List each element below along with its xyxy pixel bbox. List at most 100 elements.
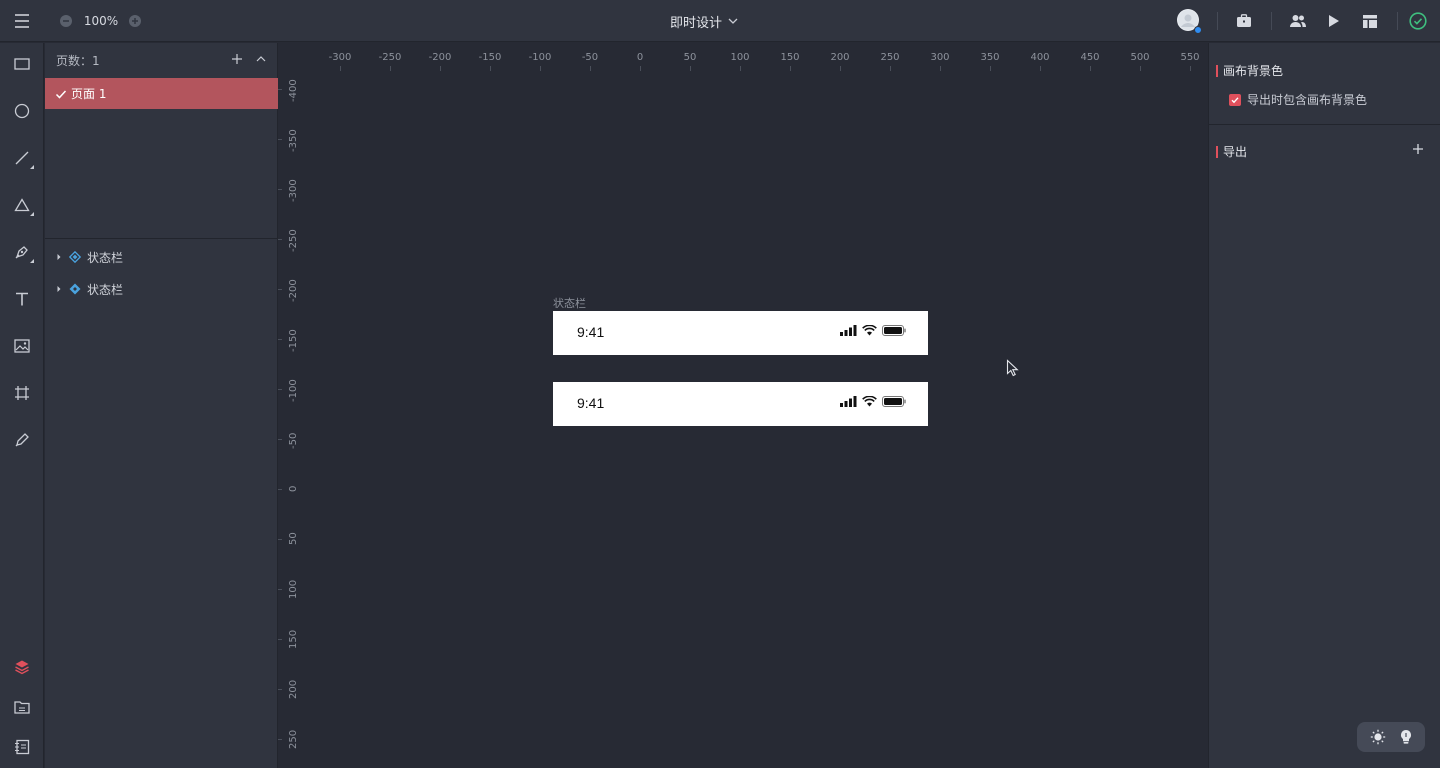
pencil-icon[interactable] — [10, 428, 34, 452]
ruler-y-label: 150 — [288, 629, 299, 649]
lightbulb-icon[interactable] — [1399, 729, 1413, 745]
ruler-x-tick — [440, 66, 441, 71]
rectangle-icon[interactable] — [10, 52, 34, 76]
ruler-x-label: 400 — [1030, 52, 1050, 63]
components-icon[interactable] — [10, 735, 34, 759]
menu-icon[interactable] — [8, 7, 36, 35]
pages-count: 页数：1 — [56, 54, 100, 68]
status-icons — [840, 325, 906, 336]
ruler-x-label: -250 — [378, 52, 402, 63]
layout-icon[interactable] — [1359, 10, 1381, 32]
zoom-in-icon[interactable] — [127, 13, 143, 29]
page-item-1[interactable]: 页面 1 — [45, 78, 278, 109]
ruler-x-label: 250 — [880, 52, 900, 63]
project-title-text: 即时设计 — [670, 15, 723, 31]
layer-item[interactable]: 状态栏 — [45, 275, 278, 303]
ruler-x-label: 550 — [1180, 52, 1200, 63]
horizontal-ruler: -300 -250 -200 -150 -100 -50 0 50 100 150 200 250 30… — [298, 43, 1208, 71]
sun-icon[interactable] — [1370, 729, 1386, 745]
statusbar-component[interactable]: 9:41 — [553, 382, 928, 426]
ruler-y-label: -100 — [288, 379, 299, 402]
include-bg-checkbox[interactable] — [1229, 93, 1241, 106]
page-item-label: 页面 1 — [71, 87, 107, 101]
ruler-y-label: 100 — [288, 579, 299, 599]
ruler-y-tick — [278, 389, 282, 390]
ruler-y-tick — [278, 139, 282, 140]
ruler-y-label: -200 — [288, 279, 299, 302]
signal-icon — [840, 325, 857, 336]
ruler-x-tick — [940, 66, 941, 71]
ruler-y-label: -300 — [288, 179, 299, 202]
image-icon[interactable] — [10, 334, 34, 358]
divider — [1397, 12, 1398, 30]
ruler-y-label: -350 — [288, 129, 299, 152]
ruler-x-label: 200 — [830, 52, 850, 63]
layer-item[interactable]: 状态栏 — [45, 243, 278, 271]
play-icon[interactable] — [1323, 10, 1345, 32]
ruler-x-tick — [890, 66, 891, 71]
pen-icon[interactable] — [10, 240, 34, 264]
theme-help-pill — [1357, 722, 1425, 752]
ellipse-icon[interactable] — [10, 99, 34, 123]
artboard-icon[interactable] — [10, 381, 34, 405]
chevron-up-icon[interactable] — [253, 51, 269, 67]
submenu-indicator — [30, 259, 34, 263]
statusbar-component[interactable]: 9:41 — [553, 311, 928, 355]
include-bg-label: 导出时包含画布背景色 — [1247, 93, 1368, 107]
add-export-icon[interactable] — [1411, 142, 1425, 156]
ruler-y-tick — [278, 639, 282, 640]
ruler-x-tick — [1040, 66, 1041, 71]
ruler-y-tick — [278, 739, 282, 740]
ruler-y-label: 0 — [288, 485, 299, 493]
zoom-out-icon[interactable] — [58, 13, 74, 29]
caret-right-icon[interactable] — [55, 253, 63, 261]
layers-icon[interactable] — [10, 655, 34, 679]
artboard-label[interactable]: 状态栏 — [553, 295, 586, 311]
ruler-x-tick — [340, 66, 341, 71]
ruler-y-tick — [278, 589, 282, 590]
battery-icon — [882, 325, 906, 336]
ruler-y-tick — [278, 539, 282, 540]
line-icon[interactable] — [10, 146, 34, 170]
divider — [1217, 12, 1218, 30]
ruler-y-label: 50 — [288, 532, 299, 546]
canvas[interactable]: -300 -250 -200 -150 -100 -50 0 50 100 150 200 250 30… — [278, 43, 1208, 768]
zoom-level[interactable]: 100% — [82, 11, 120, 31]
ruler-x-label: 150 — [780, 52, 800, 63]
check-circle-icon[interactable] — [1407, 10, 1429, 32]
caret-right-icon[interactable] — [55, 285, 63, 293]
ruler-y-label: 250 — [288, 729, 299, 749]
ruler-x-label: -150 — [478, 52, 502, 63]
ruler-x-tick — [590, 66, 591, 71]
chevron-down-icon — [728, 18, 738, 24]
briefcase-icon[interactable] — [1233, 10, 1255, 32]
left-toolbar — [0, 43, 44, 768]
ruler-y-label: -50 — [288, 432, 299, 449]
mouse-cursor-icon — [1006, 359, 1019, 377]
project-title[interactable]: 即时设计 — [670, 9, 738, 33]
properties-panel: 画布背景色 导出时包含画布背景色 导出 — [1208, 43, 1440, 768]
assets-icon[interactable] — [10, 695, 34, 719]
ruler-y-tick — [278, 489, 282, 490]
ruler-x-label: 50 — [683, 52, 697, 63]
add-page-icon[interactable] — [229, 51, 245, 67]
ruler-y-tick — [278, 239, 282, 240]
battery-icon — [882, 396, 906, 407]
ruler-y-label: -150 — [288, 329, 299, 352]
wifi-icon — [862, 325, 877, 336]
triangle-icon[interactable] — [10, 193, 34, 217]
ruler-y-label: -400 — [288, 79, 299, 102]
status-time: 9:41 — [577, 395, 605, 411]
avatar[interactable] — [1177, 9, 1202, 34]
export-section-title: 导出 — [1216, 143, 1247, 160]
users-icon[interactable] — [1287, 10, 1309, 32]
include-bg-option[interactable]: 导出时包含画布背景色 — [1229, 91, 1367, 108]
ruler-y-tick — [278, 439, 282, 440]
check-icon — [55, 89, 67, 99]
ruler-x-tick — [390, 66, 391, 71]
text-icon[interactable] — [10, 287, 34, 311]
top-bar: 100% 即时设计 — [0, 0, 1440, 42]
submenu-indicator — [30, 212, 34, 216]
ruler-y-tick — [278, 339, 282, 340]
ruler-x-tick — [990, 66, 991, 71]
